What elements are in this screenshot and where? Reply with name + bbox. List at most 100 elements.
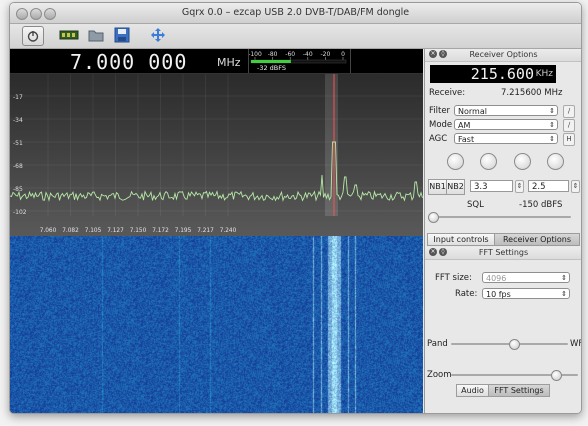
fft-rate-arrow-icon: ⇕: [561, 290, 567, 298]
receiver-frequency-value: 215.600: [470, 65, 534, 83]
title-bar: Gqrx 0.0 – ezcap USB 2.0 DVB-T/DAB/FM do…: [10, 3, 581, 24]
receive-label: Receive:: [429, 88, 466, 98]
waterfall-display[interactable]: [10, 236, 423, 413]
tab-input-controls[interactable]: Input controls: [427, 233, 495, 246]
receiver-frequency-display[interactable]: 215.600 KHz: [430, 65, 556, 83]
fft-dock-title: FFT Settings: [478, 248, 529, 257]
filter-select-value: Normal: [458, 107, 487, 116]
fft-dock-header: × ◊ FFT Settings: [425, 247, 581, 260]
signal-meter: -100 -80 -60 -40 -20 0 -32 dBFS: [248, 49, 351, 73]
fft-rate-value: 10 fps: [486, 290, 511, 299]
receiver-frequency-unit: KHz: [535, 69, 553, 79]
spectrum-x-tick: 7.195: [175, 228, 192, 234]
spectrum-y-tick: -34: [13, 117, 23, 124]
receiver-dock-title: Receiver Options: [469, 50, 538, 59]
smeter-level-bar: [251, 60, 291, 63]
agc-select-arrow-icon: ⇕: [549, 135, 555, 143]
smeter-scale-label: 0: [341, 51, 345, 58]
nb1-button[interactable]: NB1: [428, 179, 447, 195]
open-button[interactable]: [86, 26, 106, 44]
fft-size-value: 4096: [486, 274, 507, 283]
spectrum-x-tick: 7.172: [152, 228, 169, 234]
squelch-slider-handle[interactable]: [428, 212, 439, 223]
frequency-readout[interactable]: 7.000 000: [70, 50, 187, 74]
app-window: Gqrx 0.0 – ezcap USB 2.0 DVB-T/DAB/FM do…: [9, 2, 582, 414]
fft-size-arrow-icon: ⇕: [561, 274, 567, 282]
agc-threshold-knob[interactable]: [447, 153, 464, 170]
frequency-bar: 7.000 000 MHz -100 -80 -60 -40 -20 0 -32 dBFS: [10, 49, 423, 74]
nb2-threshold-input[interactable]: 2.5: [528, 180, 569, 192]
tab-receiver-options[interactable]: Receiver Options: [494, 233, 580, 246]
zoom-label: Zoom: [427, 370, 452, 380]
squelch-value: -150 dBFS: [519, 200, 563, 210]
save-icon: [114, 27, 130, 43]
power-icon: [27, 31, 39, 42]
smeter-scale-label: -40: [303, 51, 313, 58]
tab-audio[interactable]: Audio: [456, 384, 489, 397]
display-area: 7.000 000 MHz -100 -80 -60 -40 -20 0 -32 dBFS …: [10, 49, 423, 413]
smeter-scale-label: -60: [285, 51, 295, 58]
power-button[interactable]: [22, 26, 44, 46]
smeter-reading: -32 dBFS: [257, 64, 286, 72]
nb2-button[interactable]: NB2: [446, 179, 465, 195]
pandapter-label: Pand: [427, 339, 448, 349]
hardware-icon: [59, 30, 79, 40]
fft-rate-label: Rate:: [455, 289, 478, 299]
filter-edit-icon[interactable]: ∕: [563, 105, 575, 118]
agc-label: AGC: [429, 134, 448, 144]
move-button[interactable]: [148, 26, 168, 44]
spectrum-x-tick: 7.105: [85, 228, 102, 234]
save-button[interactable]: [112, 26, 132, 44]
spectrum-y-tick: -17: [13, 94, 23, 101]
smeter-scale-label: -20: [320, 51, 330, 58]
receive-value: 7.215600 MHz: [501, 88, 563, 98]
toolbar: [10, 24, 581, 49]
smeter-scale-label: -80: [268, 51, 278, 58]
filter-select[interactable]: Normal ⇕: [454, 105, 558, 116]
signal-meter-graphic: -100 -80 -60 -40 -20 0 -32 dBFS: [248, 51, 347, 72]
zoom-slider-handle[interactable]: [551, 370, 562, 381]
hardware-config-button[interactable]: [58, 26, 80, 44]
smeter-scale-label: -100: [249, 51, 262, 58]
tab-fft-settings[interactable]: FFT Settings: [488, 384, 550, 397]
agc-slope-knob[interactable]: [480, 153, 497, 170]
spectrum-x-tick: 7.217: [197, 228, 214, 234]
squelch-label: SQL: [467, 200, 484, 210]
side-panel: × ◊ Receiver Options 215.600 KHz Receive…: [424, 49, 582, 413]
agc-decay-knob[interactable]: [514, 153, 531, 170]
nb1-threshold-input[interactable]: 3.3: [470, 180, 513, 192]
spectrum-x-tick: 7.082: [62, 228, 79, 234]
fft-size-select[interactable]: 4096 ⇕: [482, 272, 570, 283]
squelch-slider-track[interactable]: [431, 216, 571, 218]
spectrum-x-tick: 7.150: [130, 228, 147, 234]
waterfall-canvas: [10, 236, 423, 413]
agc-hang-button[interactable]: H: [563, 133, 575, 146]
fft-size-label: FFT size:: [435, 273, 472, 283]
waterfall-label: WF: [570, 339, 582, 349]
spectrum-x-tick: 7.240: [220, 228, 237, 234]
frequency-unit: MHz: [217, 56, 241, 69]
spectrum-y-tick: -51: [13, 140, 23, 147]
spectrum-y-tick: -85: [13, 186, 23, 193]
mode-label: Mode: [429, 120, 453, 130]
mode-select[interactable]: AM ⇕: [454, 119, 558, 130]
spectrum-y-tick: -102: [13, 209, 27, 216]
agc-select[interactable]: Fast ⇕: [454, 133, 558, 144]
pand-wf-slider-handle[interactable]: [509, 339, 520, 350]
move-icon: [151, 28, 165, 42]
receiver-dock-header: × ◊ Receiver Options: [425, 49, 581, 62]
nb1-spin-arrows-icon[interactable]: ⇕: [515, 180, 524, 193]
mode-edit-icon[interactable]: ∕: [563, 119, 575, 132]
nb2-spin-arrows-icon[interactable]: ⇕: [571, 180, 580, 193]
spectrum-plot[interactable]: -17 -34 -51 -68 -85 -102 7.060 7.082 7.105 7.127 7…: [10, 74, 423, 236]
folder-icon: [88, 30, 104, 42]
spectrum-trace: [10, 141, 423, 202]
filter-select-arrow-icon: ⇕: [549, 107, 555, 115]
spectrum-y-tick: -68: [13, 163, 23, 170]
agc-select-value: Fast: [458, 135, 475, 144]
fft-rate-select[interactable]: 10 fps ⇕: [482, 288, 570, 299]
mode-select-value: AM: [458, 121, 471, 130]
window-title: Gqrx 0.0 – ezcap USB 2.0 DVB-T/DAB/FM do…: [181, 7, 410, 18]
agc-gain-knob[interactable]: [547, 153, 564, 170]
mode-select-arrow-icon: ⇕: [549, 121, 555, 129]
